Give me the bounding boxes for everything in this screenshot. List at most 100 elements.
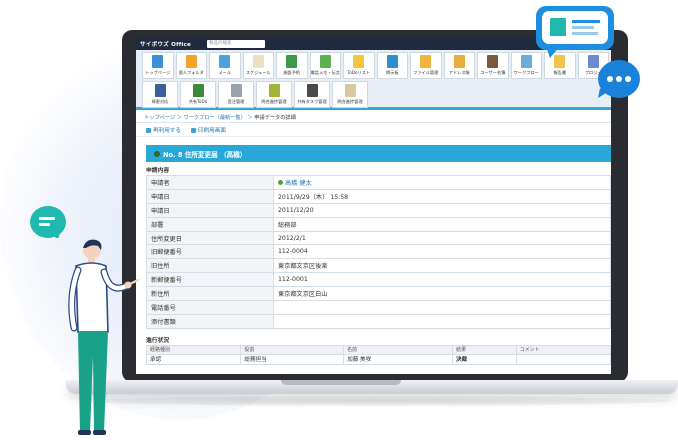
page-title: No. 8 住所変更届 （高橋） [146,145,611,162]
menu-item-label: 障害対応 [151,99,169,104]
print-icon [190,127,196,133]
menu-item-row1-6[interactable]: ToDoリスト [343,52,375,79]
chat-bubble-dots [598,60,640,98]
menu-item-row1-4[interactable]: 施設予約 [276,52,308,79]
field-label: 部署 [146,216,274,232]
field-value: 東京都文京区白山 [273,286,611,302]
print-button[interactable]: 印刷用画面 [190,126,226,134]
field-value [273,313,611,329]
action-bar: 再利用する 印刷用画面 [136,123,611,137]
menu-item-row1-8[interactable]: ファイル管理 [410,52,442,79]
field-label: 新住所 [146,286,274,302]
menu-item-row1-10[interactable]: ユーザー名簿 [477,52,509,79]
menu-item-row1-11[interactable]: ワークフロー [510,52,542,79]
field-value: 2011/9/29（木） 15:58 [273,188,611,204]
menu-item-label: 施設予約 [283,70,301,75]
menu-item-row2-4[interactable]: 共有タスク管理 [294,81,330,108]
document-icon [550,18,600,36]
ellipsis-icon [598,76,631,98]
menu-item-label: 電話メモ・伝言 [310,70,340,75]
app-icon [487,55,499,68]
field-value: 東京都文京区後楽 [273,258,611,274]
menu-item-label: 掲示板 [385,70,399,75]
breadcrumb-top[interactable]: トップページ [144,115,175,121]
menu-item-row1-3[interactable]: スケジュール [242,52,274,79]
menu-item-label: ワークフロー [513,70,539,75]
name-cell[interactable]: 加藤 美咲 [343,353,453,365]
menu-item-row1-9[interactable]: アドレス帳 [443,52,475,79]
menu-item-row1-5[interactable]: 電話メモ・伝言 [309,52,341,79]
status-icon [154,150,160,157]
menu-item-label: 共有タスク管理 [297,99,327,104]
breadcrumb: トップページ ＞ ワークフロー（最新一覧） ＞ 申請データの詳細 [136,113,611,123]
field-row: 電話番号 [146,300,611,315]
menu-item-row1-0[interactable]: トップページ [142,52,174,79]
laptop-shadow [80,396,670,406]
app-menu: トップページ 個人フォルダ メール スケジュール 施設予約 電話メモ・伝言 ToDoリスト 掲… [136,50,611,110]
field-row: 申請日 2011/12/20 [146,202,611,218]
field-label: 旧郵便番号 [146,244,274,260]
header-result: 結果 [451,344,517,355]
field-row: 旧郵便番号 112-0004 [146,244,611,260]
field-label: 住所変更日 [146,230,274,246]
comment-cell [515,353,611,365]
menu-item-row2-3[interactable]: 問合進捗管理 [256,81,292,108]
menu-item-label: ファイル管理 [413,70,439,75]
chat-bubble-card [542,11,608,44]
field-row: 申請者 高橋 健太 [146,175,611,190]
header-name: 名前 [343,344,453,355]
laptop-notch [281,380,401,385]
page-title-text: No. 8 住所変更届 （高橋） [163,150,247,159]
menu-item-row2-2[interactable]: 受注管理 [218,81,254,108]
app-icon [420,55,432,68]
chat-bubble-teal [30,206,66,240]
app-logo[interactable]: サイボウズ Office [140,40,191,48]
app-icon [286,55,298,68]
field-label: 申請日 [146,188,274,204]
field-label: 添付書類 [146,313,274,329]
field-label: 電話番号 [146,300,274,315]
menu-item-label: メール [218,70,232,75]
section-request-title: 申請内容 [146,168,170,174]
field-row: 申請日 2011/9/29（木） 15:58 [146,188,611,204]
app-icon [230,84,242,97]
header-comment: コメント [515,344,611,355]
app-icon [219,55,231,68]
field-value: 総務部 [273,216,611,232]
breadcrumb-current: 申請データの詳細 [254,115,296,121]
field-value: 112-0001 [273,272,611,288]
menu-item-row2-1[interactable]: 共有ToDo [180,81,216,108]
reuse-button[interactable]: 再利用する [146,126,181,134]
field-label: 新郵便番号 [146,272,274,288]
request-table: 申請者 高橋 健太 申請日 2011/9/29（木） 15:58 申請日 2011/12/… [146,175,611,329]
app-icon [152,55,164,68]
progress-table: 経路種別 役割 名前 結果 コメント 承認 総務担当 加藤 美咲 決裁 [145,344,611,365]
progress-row: 承認 総務担当 加藤 美咲 決裁 [145,353,611,365]
search-input[interactable]: 製品の検索 [206,40,265,48]
menu-item-row1-1[interactable]: 個人フォルダ [175,52,207,79]
person-illustration [68,239,140,435]
app-icon [252,55,264,68]
breadcrumb-workflow[interactable]: ワークフロー（最新一覧） [184,115,246,121]
menu-item-row2-0[interactable]: 障害対応 [142,81,178,108]
menu-item-label: 個人フォルダ [178,70,204,75]
field-label: 申請者 [146,175,274,190]
message-lines-icon [39,217,60,240]
field-value: 112-0004 [273,244,611,260]
field-value [273,300,611,315]
menu-item-row1-7[interactable]: 掲示板 [376,52,408,79]
field-row: 部署 総務部 [146,216,611,232]
field-row: 住所変更日 2012/2/1 [146,230,611,246]
app-icon [319,55,331,68]
menu-row-2: 障害対応 共有ToDo 受注管理 問合進捗管理 共有タスク管理 問合進捗管理 [142,81,609,108]
hero-illustration: サイボウズ Office 製品の検索 トップページ 個人フォルダ メール スケジュール… [0,0,678,440]
menu-item-label: 受注管理 [227,99,245,104]
applicant-link[interactable]: 高橋 健太 [285,180,312,187]
app-icon [154,84,166,97]
menu-item-label: スケジュール [245,70,271,75]
menu-item-label: 問合進捗管理 [261,99,287,104]
app-icon [306,84,318,97]
menu-item-row1-2[interactable]: メール [209,52,241,79]
route-type-cell: 承認 [145,353,242,365]
menu-item-row2-5[interactable]: 問合進捗管理 [332,81,368,108]
